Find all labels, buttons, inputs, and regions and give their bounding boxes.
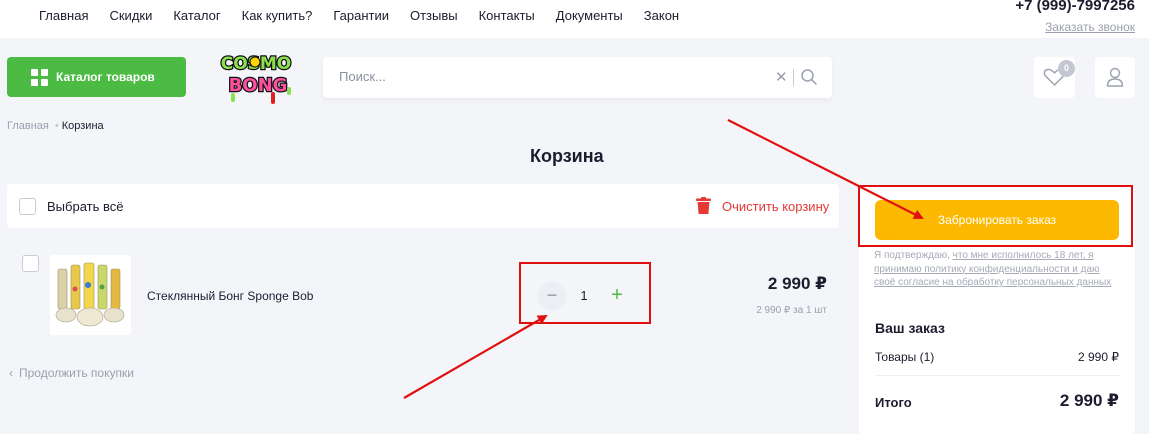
nav-link-law[interactable]: Закон: [644, 8, 679, 23]
clear-cart-button[interactable]: Очистить корзину: [722, 199, 829, 214]
item-unit-price: 2 990 ₽ за 1 шт: [756, 305, 827, 316]
search-divider: [793, 69, 794, 86]
account-button[interactable]: [1095, 57, 1135, 98]
annotation-box-book: [858, 185, 1133, 247]
product-name[interactable]: Стеклянный Бонг Sponge Bob: [147, 289, 313, 303]
consent-prefix: Я подтверждаю,: [874, 250, 953, 261]
nav-link-guarantees[interactable]: Гарантии: [333, 8, 389, 23]
annotation-arrow-to-stepper: [403, 314, 548, 399]
nav-link-home[interactable]: Главная: [39, 8, 88, 23]
breadcrumb-home[interactable]: Главная: [7, 120, 49, 132]
favorites-count-badge: 0: [1058, 60, 1075, 77]
goods-total: 2 990 ₽: [1078, 350, 1119, 364]
grid-icon: [31, 68, 48, 86]
item-price: 2 990 ₽: [767, 274, 827, 293]
catalog-button-label: Каталог товаров: [56, 70, 155, 84]
nav-link-contacts[interactable]: Контакты: [479, 8, 535, 23]
nav-link-documents[interactable]: Документы: [556, 8, 623, 23]
goods-count-label: Товары (1): [875, 350, 935, 364]
page-title: Корзина: [530, 146, 604, 166]
annotation-box-stepper: [519, 262, 651, 324]
continue-shopping-label: Продолжить покупки: [19, 366, 134, 380]
total-value: 2 990 ₽: [1059, 391, 1119, 410]
nav-link-discounts[interactable]: Скидки: [109, 8, 152, 23]
order-divider: [875, 375, 1119, 376]
cart-header-panel: Выбрать всё Очистить корзину: [7, 184, 839, 228]
callback-link[interactable]: Заказать звонок: [1045, 20, 1135, 34]
clear-icon[interactable]: ✕: [775, 68, 788, 86]
breadcrumb-separator: •: [54, 120, 59, 132]
search-input[interactable]: [339, 69, 759, 84]
item-checkbox[interactable]: [22, 255, 39, 272]
product-image[interactable]: [50, 255, 131, 335]
user-icon: [1106, 67, 1124, 87]
continue-shopping-link[interactable]: ‹ Продолжить покупки: [9, 366, 134, 380]
nav-link-reviews[interactable]: Отзывы: [410, 8, 458, 23]
site-logo[interactable]: COSMO BONG: [211, 47, 301, 107]
chevron-left-icon: ‹: [9, 366, 13, 380]
consent-text: Я подтверждаю, что мне исполнилось 18 ле…: [874, 249, 1122, 290]
trash-icon[interactable]: [696, 197, 711, 214]
select-all-checkbox[interactable]: [19, 198, 36, 215]
top-bar: Главная Скидки Каталог Как купить? Гаран…: [0, 0, 1149, 38]
breadcrumb: Главная • Корзина: [7, 120, 104, 132]
search-bar: ✕: [323, 57, 832, 98]
total-label: Итого: [875, 395, 912, 410]
nav-link-how-to-buy[interactable]: Как купить?: [242, 8, 313, 23]
order-title: Ваш заказ: [875, 320, 945, 336]
search-icon[interactable]: [800, 68, 818, 86]
breadcrumb-current: Корзина: [61, 120, 104, 132]
bong-group: [55, 262, 125, 327]
logo-word-bong: BONG: [229, 75, 288, 96]
phone-number[interactable]: +7 (999)-7997256: [1015, 0, 1135, 14]
nav-link-catalog[interactable]: Каталог: [173, 8, 220, 23]
catalog-button[interactable]: Каталог товаров: [7, 57, 186, 97]
top-nav: Главная Скидки Каталог Как купить? Гаран…: [39, 8, 700, 23]
select-all-label[interactable]: Выбрать всё: [47, 199, 123, 214]
